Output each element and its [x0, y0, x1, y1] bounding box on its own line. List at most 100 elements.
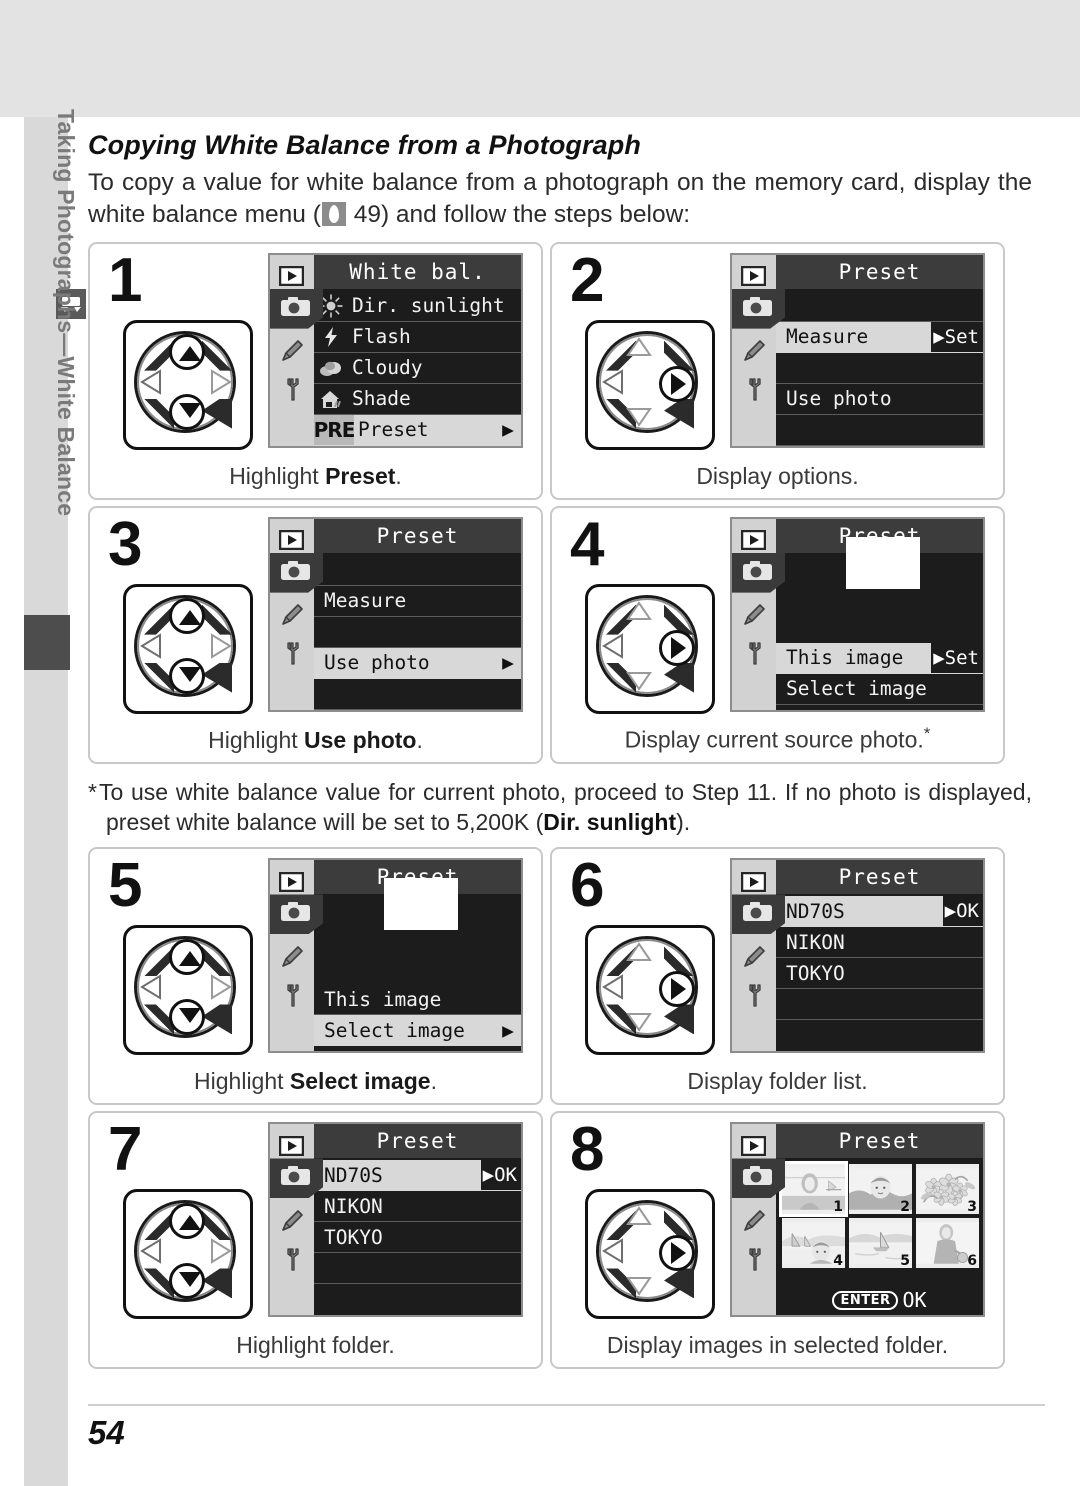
dpad-up-button[interactable] [169, 333, 205, 370]
menu-row[interactable]: Use photo [776, 384, 983, 415]
dpad-right-button[interactable] [659, 629, 695, 666]
custom-settings-menu-icon[interactable] [278, 602, 305, 629]
dpad-right-button[interactable] [210, 632, 232, 659]
shooting-menu-tab[interactable] [270, 552, 323, 593]
menu-row[interactable]: TOKYO [314, 1222, 521, 1254]
dpad-down-button[interactable] [626, 1012, 652, 1033]
dpad-left-button[interactable] [602, 368, 624, 395]
multi-selector[interactable] [123, 1189, 253, 1320]
dpad-down-button[interactable] [169, 657, 205, 694]
menu-row[interactable]: NIKON [776, 927, 983, 959]
menu-row[interactable]: Dir. sunlight [314, 291, 521, 322]
menu-row[interactable]: Use photo ▶ [314, 647, 521, 679]
shooting-menu-tab[interactable] [732, 552, 785, 593]
menu-row[interactable]: Measure ▶Set [776, 321, 983, 353]
multi-selector[interactable] [123, 319, 253, 450]
shooting-menu-tab[interactable] [270, 1158, 323, 1199]
dpad-up-button[interactable] [626, 336, 652, 357]
thumbnail-cell[interactable]: 2 [849, 1164, 912, 1215]
dpad-down-button[interactable] [626, 407, 652, 427]
dpad-down-button[interactable] [626, 671, 652, 691]
setup-menu-icon[interactable] [278, 982, 305, 1009]
dpad-right-button[interactable] [210, 368, 232, 395]
menu-row-action[interactable]: ▶OK [480, 1160, 521, 1191]
setup-menu-icon[interactable] [740, 641, 767, 668]
multi-selector[interactable] [585, 1189, 715, 1320]
setup-menu-icon[interactable] [278, 641, 305, 668]
dpad-left-button[interactable] [602, 632, 624, 659]
playback-menu-icon[interactable] [740, 527, 767, 554]
playback-menu-icon[interactable] [740, 868, 767, 895]
setup-menu-icon[interactable] [278, 377, 305, 404]
shooting-menu-tab[interactable] [732, 1158, 785, 1199]
dpad-up-button[interactable] [626, 1206, 652, 1226]
multi-selector[interactable] [123, 583, 253, 714]
setup-menu-icon[interactable] [278, 1246, 305, 1273]
custom-settings-menu-icon[interactable] [278, 943, 305, 970]
thumbnail-cell[interactable]: 4 [782, 1218, 845, 1269]
custom-settings-menu-icon[interactable] [740, 338, 767, 365]
multi-selector[interactable] [585, 925, 715, 1056]
dpad-up-button[interactable] [169, 597, 205, 634]
shooting-menu-tab[interactable] [732, 894, 785, 935]
menu-row[interactable]: This image [314, 984, 521, 1016]
menu-row[interactable]: TOKYO [776, 958, 983, 990]
menu-row[interactable]: Select image ▶ [314, 1015, 521, 1047]
playback-menu-icon[interactable] [278, 868, 305, 895]
thumbnail-cell[interactable]: 3 [916, 1164, 979, 1215]
multi-selector[interactable] [123, 925, 253, 1056]
menu-row-label: This image [786, 646, 904, 670]
menu-row[interactable]: ND70S ▶OK [776, 896, 983, 928]
shooting-menu-tab[interactable] [270, 288, 323, 329]
dpad-left-button[interactable] [140, 1238, 162, 1265]
menu-row[interactable]: NIKON [314, 1191, 521, 1223]
step-caption-bold: Select image [289, 1068, 431, 1095]
dpad-left-button[interactable] [140, 974, 162, 1001]
step-card: 1 White bal. Dir. sunlight Flash Cloudy Sha… [88, 241, 543, 500]
playback-menu-icon[interactable] [740, 1132, 767, 1159]
dpad-left-button[interactable] [140, 632, 162, 659]
multi-selector[interactable] [585, 319, 715, 450]
menu-row[interactable]: ND70S ▶OK [314, 1160, 521, 1192]
menu-row[interactable]: This image ▶Set [776, 642, 983, 674]
thumbnail-cell[interactable]: 6 [916, 1218, 979, 1269]
menu-row[interactable]: PRE Preset ▶ [314, 414, 521, 446]
shooting-menu-tab[interactable] [732, 288, 785, 329]
menu-row[interactable]: Measure [314, 586, 521, 617]
custom-settings-menu-icon[interactable] [740, 602, 767, 629]
bottom-rule [88, 1404, 1045, 1406]
playback-menu-icon[interactable] [740, 263, 767, 290]
setup-menu-icon[interactable] [740, 982, 767, 1009]
dpad-right-button[interactable] [659, 365, 695, 402]
custom-settings-menu-icon[interactable] [278, 338, 305, 365]
menu-row[interactable]: Select image [776, 674, 983, 705]
dpad-left-button[interactable] [140, 368, 162, 395]
playback-menu-icon[interactable] [278, 527, 305, 554]
menu-row-action[interactable]: ▶Set [931, 321, 983, 352]
shooting-menu-tab[interactable] [270, 894, 323, 935]
setup-menu-icon[interactable] [740, 377, 767, 404]
dpad-left-button[interactable] [602, 1238, 624, 1265]
menu-row[interactable]: Flash [314, 322, 521, 353]
menu-row-label: TOKYO [324, 1225, 383, 1249]
menu-row-action[interactable]: ▶Set [931, 642, 983, 673]
menu-row[interactable]: Shade [314, 384, 521, 415]
playback-menu-icon[interactable] [278, 263, 305, 290]
custom-settings-menu-icon[interactable] [740, 1207, 767, 1234]
thumbnail-cell[interactable]: 5 [849, 1218, 912, 1269]
menu-row[interactable]: Cloudy [314, 353, 521, 384]
dpad-up-button[interactable] [626, 600, 652, 621]
dpad-right-button[interactable] [210, 1238, 232, 1265]
dpad-down-button[interactable] [169, 393, 205, 430]
thumbnail-cell[interactable]: 1 [779, 1161, 848, 1218]
dpad-up-button[interactable] [626, 942, 652, 962]
dpad-right-button[interactable] [210, 974, 232, 1001]
dpad-down-button[interactable] [626, 1276, 652, 1297]
multi-selector[interactable] [585, 583, 715, 714]
menu-row-action[interactable]: ▶OK [942, 896, 983, 927]
custom-settings-menu-icon[interactable] [740, 943, 767, 970]
dpad-left-button[interactable] [602, 974, 624, 1001]
custom-settings-menu-icon[interactable] [278, 1207, 305, 1234]
setup-menu-icon[interactable] [740, 1246, 767, 1273]
playback-menu-icon[interactable] [278, 1132, 305, 1159]
